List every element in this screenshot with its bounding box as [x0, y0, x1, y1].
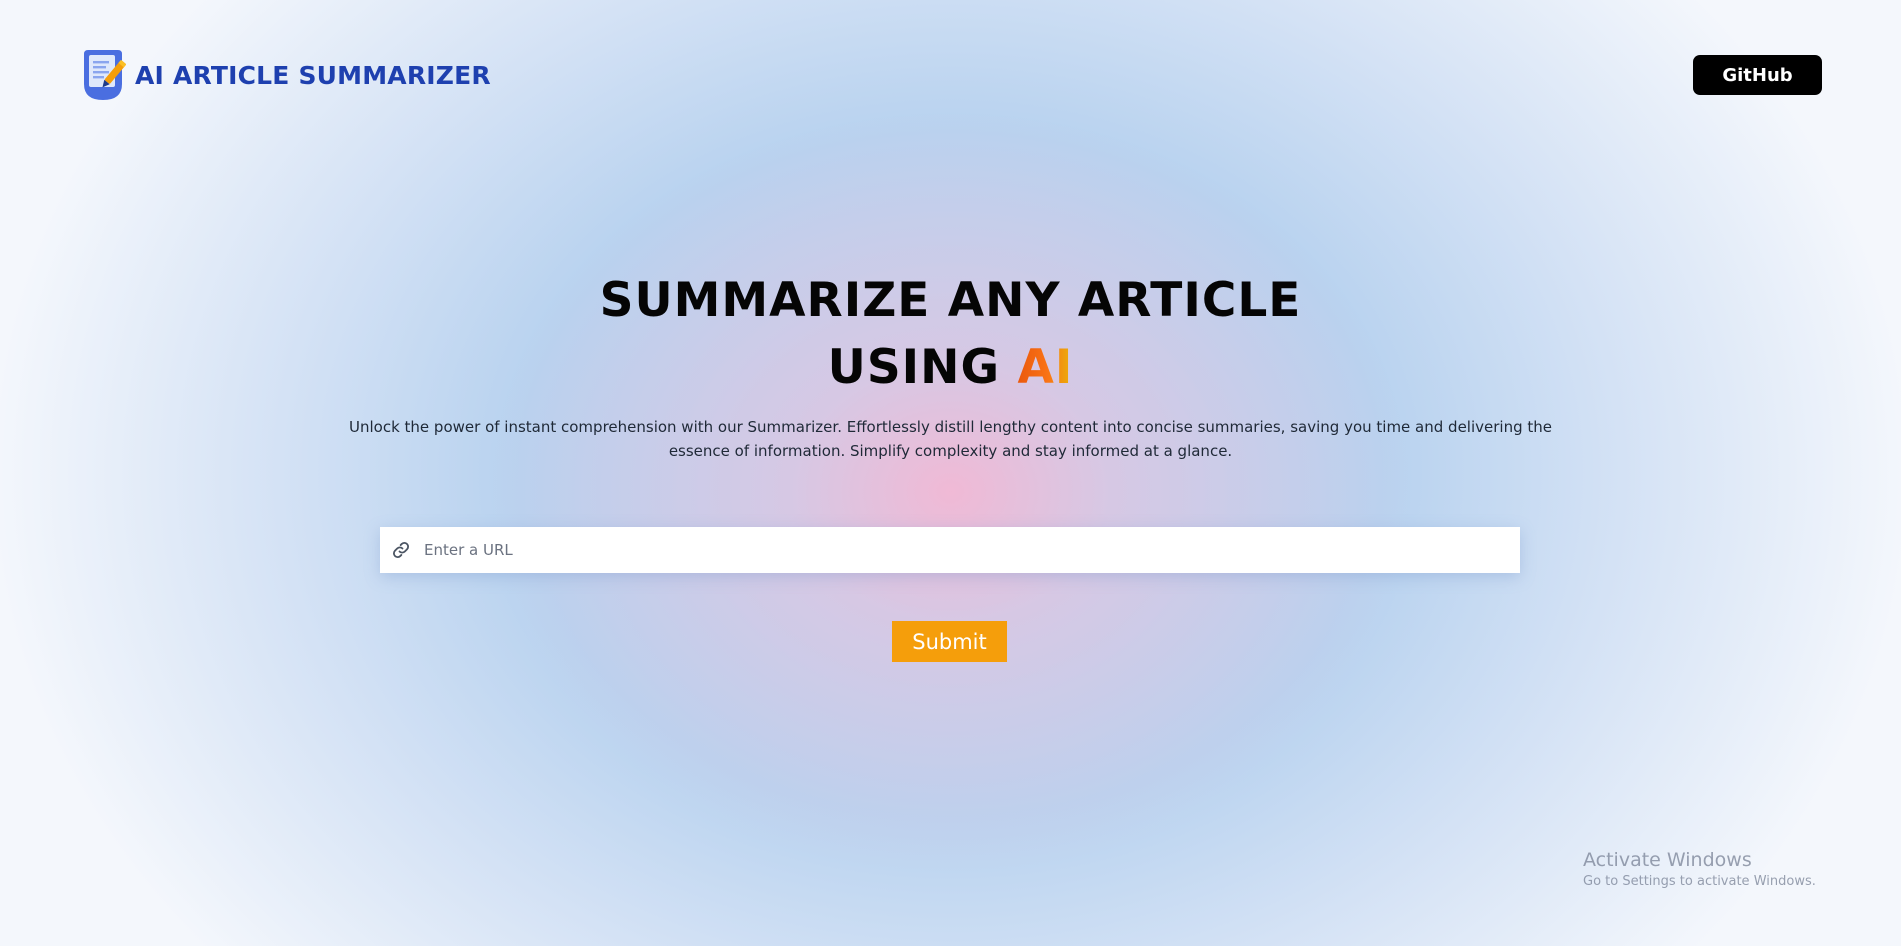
github-button[interactable]: GitHub [1693, 55, 1822, 95]
hero-title-line2-prefix: USING [827, 340, 1001, 395]
hero-title-accent: AI [1017, 340, 1074, 395]
watermark-title: Activate Windows [1583, 849, 1752, 871]
watermark-subtitle: Go to Settings to activate Windows. [1583, 874, 1816, 889]
url-input[interactable] [424, 527, 1520, 573]
logo-text: AI ARTICLE SUMMARIZER [135, 60, 491, 90]
url-form [380, 527, 1520, 573]
hero-title: SUMMARIZE ANY ARTICLE USING AI [0, 267, 1901, 401]
submit-button[interactable]: Submit [892, 621, 1007, 662]
link-icon [393, 542, 409, 558]
windows-activation-watermark: Activate Windows Go to Settings to activ… [1583, 848, 1816, 892]
document-pencil-icon [84, 50, 126, 100]
hero-description: Unlock the power of instant comprehensio… [349, 418, 1552, 460]
logo[interactable]: AI ARTICLE SUMMARIZER [80, 50, 491, 100]
hero-title-line1: SUMMARIZE ANY ARTICLE [599, 273, 1302, 328]
